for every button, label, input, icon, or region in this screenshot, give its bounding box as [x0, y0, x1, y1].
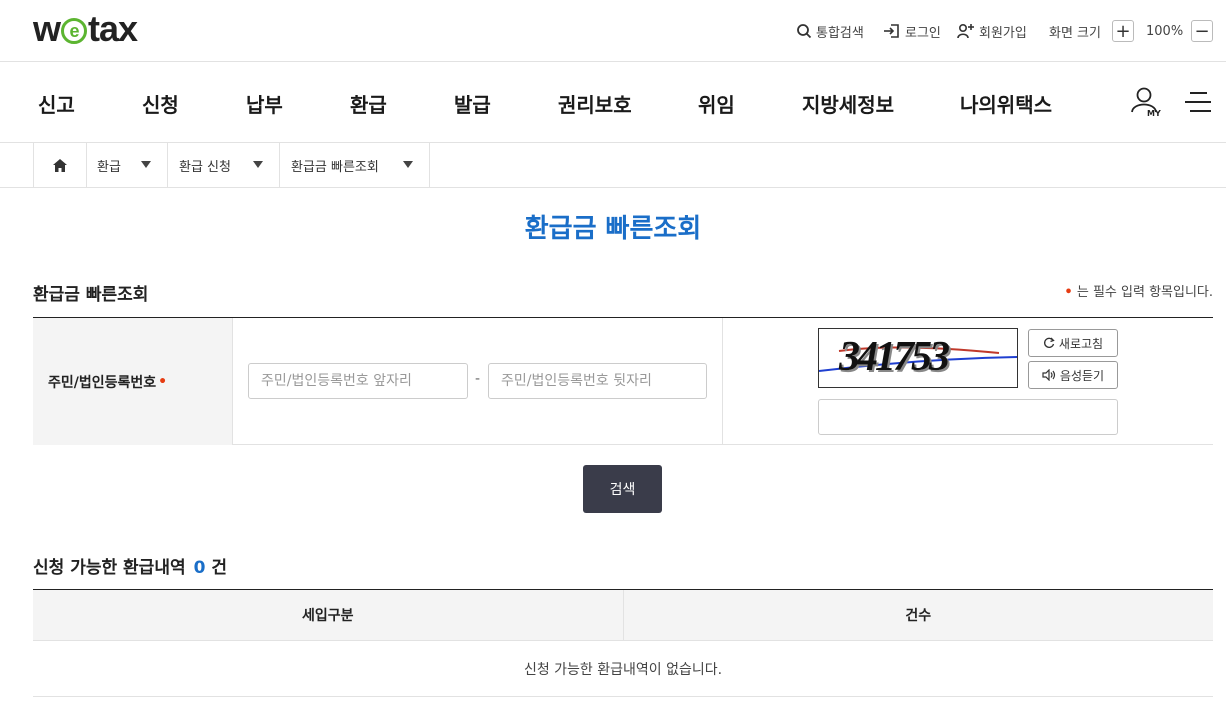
- gnb-item-my-wetax[interactable]: 나의위택스: [960, 89, 1052, 118]
- chevron-down-icon: [403, 161, 413, 168]
- gnb-item-refund[interactable]: 환급: [350, 89, 387, 118]
- id-number-label: 주민/법인등록번호 •: [33, 318, 233, 445]
- table-header: 세입구분 건수: [33, 590, 1213, 641]
- hamburger-menu-icon: [1185, 92, 1211, 112]
- breadcrumb-label: 환급 신청: [179, 159, 231, 175]
- zoom-in-button[interactable]: +: [1112, 20, 1134, 42]
- id-back-input[interactable]: [488, 363, 707, 399]
- results-table: 세입구분 건수 신청 가능한 환급내역이 없습니다.: [33, 589, 1213, 697]
- section-title: 환급금 빠른조회: [33, 285, 149, 305]
- speaker-icon: [1042, 369, 1056, 381]
- results-count-unit: 건: [211, 558, 228, 578]
- column-header-count: 건수: [905, 608, 932, 624]
- chevron-down-icon: [141, 161, 151, 168]
- signup-label: 회원가입: [979, 25, 1027, 41]
- gnb-item-issuance[interactable]: 발급: [454, 89, 491, 118]
- integrated-search-label: 통합검색: [816, 25, 864, 41]
- required-mark: •: [158, 373, 168, 390]
- required-note-text: 는 필수 입력 항목입니다.: [1072, 285, 1213, 300]
- all-menu-button[interactable]: [1185, 91, 1211, 113]
- lookup-form: 주민/법인등록번호• - 341753 새로고침 음성듣기: [33, 317, 1213, 445]
- results-title-text: 신청 가능한 환급내역: [33, 558, 186, 578]
- results-count: 0: [193, 558, 206, 578]
- captcha-input[interactable]: [818, 399, 1118, 435]
- required-note: • 는 필수 입력 항목입니다.: [1064, 281, 1213, 300]
- id-front-input[interactable]: [248, 363, 468, 399]
- search-button[interactable]: 검색: [583, 465, 662, 513]
- zoom-in-wrapper: +: [1112, 20, 1134, 42]
- breadcrumb-item-quick-lookup[interactable]: 환급금 빠른조회: [279, 143, 430, 187]
- breadcrumb-home[interactable]: [33, 143, 86, 187]
- breadcrumb: 환급 환급 신청 환급금 빠른조회: [0, 143, 1226, 188]
- login-link[interactable]: 로그인: [883, 20, 941, 42]
- breadcrumb-label: 환급: [97, 159, 121, 175]
- search-icon: [797, 24, 812, 39]
- zoom-out-button[interactable]: −: [1191, 20, 1213, 42]
- home-icon: [53, 158, 67, 172]
- results-title: 신청 가능한 환급내역 0 건: [33, 553, 227, 578]
- captcha-image: 341753: [818, 328, 1018, 388]
- page-title: 환급금 빠른조회: [524, 214, 702, 244]
- add-user-icon: [957, 23, 974, 39]
- zoom-level-value: 100%: [1146, 23, 1184, 39]
- login-label: 로그인: [905, 25, 941, 41]
- wetax-logo[interactable]: w e tax: [33, 8, 138, 50]
- integrated-search-link[interactable]: 통합검색: [796, 20, 864, 42]
- my-label: MY: [1147, 109, 1161, 118]
- chevron-down-icon: [253, 161, 263, 168]
- id-separator: -: [475, 371, 481, 387]
- audio-label: 음성듣기: [1059, 368, 1105, 383]
- captcha-refresh-button[interactable]: 새로고침: [1028, 329, 1118, 357]
- form-divider: [722, 318, 723, 445]
- id-number-label-text: 주민/법인등록번호: [48, 374, 157, 391]
- refresh-icon: [1043, 337, 1055, 348]
- screen-size-label: 화면 크기: [1049, 20, 1101, 42]
- required-dot: •: [1064, 285, 1073, 300]
- breadcrumb-item-refund-apply[interactable]: 환급 신청: [167, 143, 279, 187]
- refresh-label: 새로고침: [1058, 336, 1104, 351]
- column-header-revenue-type: 세입구분: [33, 590, 624, 640]
- breadcrumb-label: 환급금 빠른조회: [291, 159, 379, 175]
- empty-message: 신청 가능한 환급내역이 없습니다.: [33, 641, 1213, 697]
- gnb-item-payment[interactable]: 납부: [246, 89, 283, 118]
- signup-link[interactable]: 회원가입: [957, 20, 1027, 42]
- gnb-item-delegation[interactable]: 위임: [698, 89, 735, 118]
- logo-text-w: w: [33, 8, 61, 49]
- gnb-item-apply[interactable]: 신청: [142, 89, 179, 118]
- logo-text-tax: tax: [88, 8, 138, 49]
- captcha-audio-button[interactable]: 음성듣기: [1028, 361, 1118, 389]
- captcha-text: 341753: [839, 334, 950, 380]
- top-utility-bar: w e tax 통합검색 로그인 회원가입 화면 크기 + 100% −: [0, 0, 1226, 62]
- screen-size-text: 화면 크기: [1049, 25, 1101, 41]
- main-navigation: 신고 신청 납부 환급 발급 권리보호 위임 지방세정보 나의위택스 MY: [0, 62, 1226, 143]
- gnb-item-rights[interactable]: 권리보호: [558, 89, 632, 118]
- logo-e-mark: e: [61, 18, 88, 44]
- zoom-out-wrapper: −: [1191, 20, 1213, 42]
- my-page-button[interactable]: MY: [1130, 86, 1162, 120]
- breadcrumb-item-refund[interactable]: 환급: [86, 143, 167, 187]
- gnb-item-report[interactable]: 신고: [38, 89, 75, 118]
- gnb-item-local-tax-info[interactable]: 지방세정보: [802, 89, 894, 118]
- login-icon: [884, 24, 899, 38]
- zoom-level-wrapper: 100%: [1146, 20, 1183, 42]
